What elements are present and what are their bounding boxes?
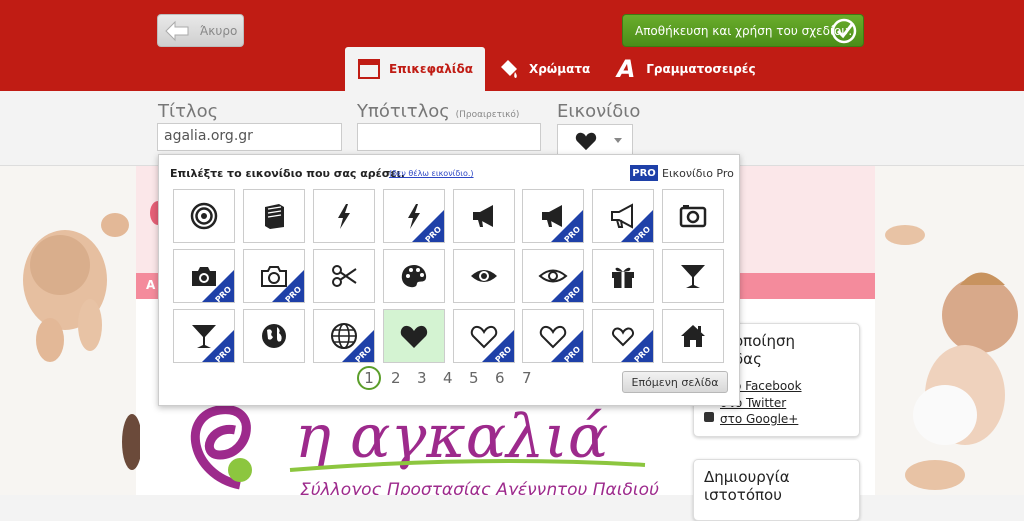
heart-icon: [575, 132, 597, 150]
gift-icon: [612, 267, 634, 288]
icon-option[interactable]: [592, 249, 654, 303]
icon-option[interactable]: PRO: [313, 309, 375, 363]
megaphone-icon: [473, 205, 493, 227]
icon-option[interactable]: [313, 249, 375, 303]
header-icon: [357, 57, 381, 81]
font-icon: A: [616, 55, 636, 83]
icon-option[interactable]: PRO: [592, 309, 654, 363]
book-icon: [265, 204, 284, 229]
baby-photo-fragment: [122, 414, 140, 470]
save-label: Αποθήκευση και χρήση του σχεδίου.: [635, 23, 853, 38]
icon-option[interactable]: [243, 189, 305, 243]
tab-colors-label: Χρώματα: [528, 62, 591, 76]
icon-option[interactable]: PRO: [522, 189, 584, 243]
share-googleplus-link[interactable]: στο Google+: [720, 412, 798, 426]
icon-option[interactable]: [662, 189, 724, 243]
tab-fonts[interactable]: A Γραμματοσειρές: [602, 47, 767, 91]
icon-option[interactable]: PRO: [173, 309, 235, 363]
cocktail-icon: [681, 265, 705, 288]
tab-header-label: Επικεφαλίδα: [389, 62, 473, 76]
agalia-logo: η αγκαλιά Σύλλογος Προστασίας Αγέννητου …: [190, 402, 659, 495]
create-site-box: Δημιουργία ιστοτόπου: [693, 459, 860, 521]
icon-option[interactable]: [243, 309, 305, 363]
icon-option[interactable]: [173, 189, 235, 243]
save-and-use-button[interactable]: Αποθήκευση και χρήση του σχεδίου.: [622, 14, 864, 47]
icon-label: Εικονίδιο: [557, 101, 641, 122]
design-tabs: Επικεφαλίδα Χρώματα A Γραμματοσειρές: [345, 47, 768, 91]
page-6-link[interactable]: 6: [495, 369, 505, 387]
camera-retro-icon: [679, 205, 707, 228]
icon-option[interactable]: PRO: [173, 249, 235, 303]
cancel-button[interactable]: Άκυρο: [157, 14, 244, 47]
palette-icon: [401, 265, 427, 288]
page-7-link[interactable]: 7: [522, 369, 532, 387]
icon-option[interactable]: [662, 249, 724, 303]
chevron-down-icon: [614, 138, 622, 143]
cancel-label: Άκυρο: [200, 23, 238, 38]
icon-option[interactable]: [383, 249, 445, 303]
baby-photo-left: [23, 213, 129, 362]
icon-option[interactable]: PRO: [383, 189, 445, 243]
globe-icon: [262, 324, 286, 348]
tab-fonts-label: Γραμματοσειρές: [646, 62, 756, 76]
icon-option[interactable]: [453, 249, 515, 303]
icon-option[interactable]: PRO: [592, 189, 654, 243]
create-site-title: Δημιουργία ιστοτόπου: [704, 468, 790, 504]
title-label: Τίτλος: [158, 101, 219, 122]
icon-option[interactable]: [383, 309, 445, 363]
site-preview-menu-letter: Α: [146, 278, 156, 292]
no-icon-link[interactable]: (δεν θέλω εικονίδιο.): [389, 169, 474, 178]
page-3-link[interactable]: 3: [417, 369, 427, 387]
subtitle-input[interactable]: [357, 123, 541, 151]
google-plus-icon: [704, 412, 714, 422]
title-input[interactable]: agalia.org.gr: [157, 123, 342, 151]
eye-icon: [471, 270, 497, 282]
scissors-icon: [332, 265, 357, 287]
icon-dropdown[interactable]: [557, 124, 633, 156]
share-facebook-link[interactable]: ο Facebook: [734, 379, 802, 393]
icon-picker-popup: Επιλέξτε το εικονίδιο που σας αρέσει. (δ…: [158, 154, 740, 406]
svg-text:Σύλλογος Προστασίας Αγέννητου: Σύλλογος Προστασίας Αγέννητου Παιδιού: [300, 480, 659, 495]
icon-option[interactable]: PRO: [522, 309, 584, 363]
baby-photo-right: [885, 225, 1018, 490]
subtitle-label: Υπότιτλος (Προαιρετικό): [357, 101, 520, 122]
lightning-icon: [338, 204, 350, 229]
page-4-link[interactable]: 4: [443, 369, 453, 387]
pro-legend-label: Εικονίδιο Pro: [662, 167, 734, 180]
icon-option[interactable]: [662, 309, 724, 363]
tab-header[interactable]: Επικεφαλίδα: [345, 47, 485, 91]
page-2-link[interactable]: 2: [391, 369, 401, 387]
next-page-button[interactable]: Επόμενη σελίδα: [622, 371, 728, 393]
tab-colors[interactable]: Χρώματα: [485, 47, 602, 91]
icon-option[interactable]: PRO: [453, 309, 515, 363]
back-arrow-icon: [165, 20, 189, 41]
pro-badge: PRO: [630, 165, 658, 181]
page-1-link[interactable]: 1: [357, 366, 381, 390]
icon-option[interactable]: PRO: [522, 249, 584, 303]
paint-bucket-icon: [497, 57, 521, 81]
page-5-link[interactable]: 5: [469, 369, 479, 387]
target-icon: [190, 202, 218, 230]
icon-option[interactable]: PRO: [243, 249, 305, 303]
heart-icon: [400, 325, 428, 348]
checkmark-icon: [831, 18, 857, 44]
icon-option[interactable]: [453, 189, 515, 243]
home-icon: [681, 325, 705, 347]
icon-option[interactable]: [313, 189, 375, 243]
share-box-title: οποίηση δας: [734, 332, 795, 368]
icon-picker-heading: Επιλέξτε το εικονίδιο που σας αρέσει.: [170, 167, 405, 180]
